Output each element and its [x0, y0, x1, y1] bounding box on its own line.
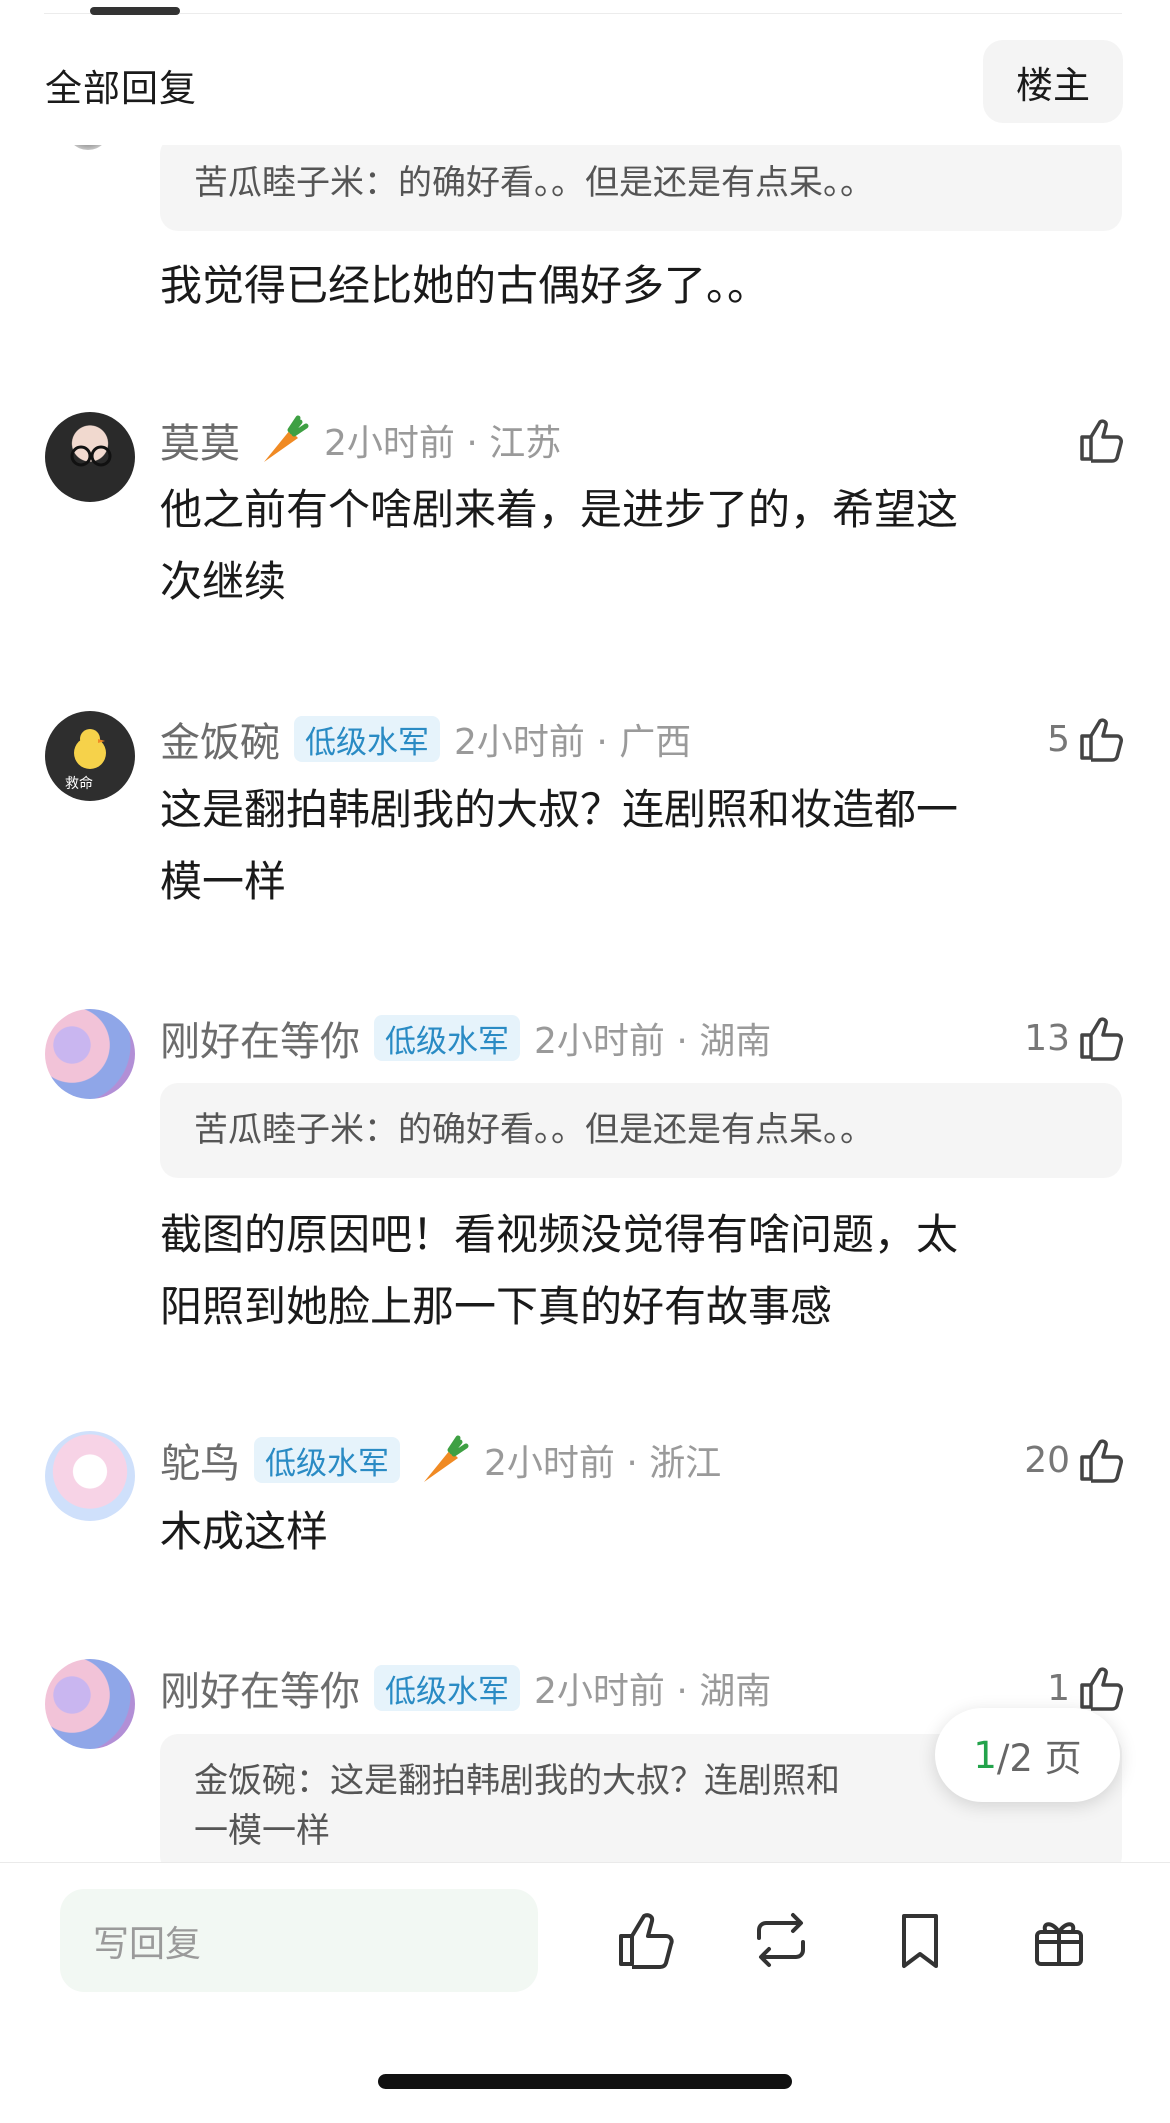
page-indicator[interactable]: 1/2 页: [935, 1708, 1120, 1802]
page-total: /2 页: [996, 1737, 1082, 1780]
comment-header: 鸵鸟 低级水军 2小时前 · 浙江: [160, 1430, 721, 1490]
avatar-caption: 救命: [65, 776, 93, 792]
level-badge: 低级水军: [294, 716, 440, 762]
like-icon[interactable]: [613, 1908, 677, 1972]
thumbs-up-icon: [1080, 1439, 1123, 1483]
level-badge: 低级水军: [374, 1015, 520, 1061]
like-count: 13: [1024, 1017, 1070, 1059]
repost-icon[interactable]: [749, 1908, 813, 1972]
comment-text-line: 他之前有个啥剧来着，是进步了的，希望这: [160, 485, 959, 534]
avatar[interactable]: [45, 412, 135, 502]
username[interactable]: 刚好在等你: [160, 1009, 360, 1067]
time-location: 2小时前 · 湖南: [534, 1671, 772, 1712]
tab-indicator: [90, 7, 180, 15]
home-indicator: [378, 2074, 792, 2089]
time-location: 2小时前 · 广西: [454, 722, 692, 763]
quoted-comment[interactable]: 苦瓜睦子米：的确好看。。但是还是有点呆。。: [160, 1083, 1122, 1178]
op-filter-button[interactable]: 楼主: [983, 40, 1123, 123]
avatar[interactable]: 救命: [45, 711, 135, 801]
quoted-comment-text: 一模一样: [194, 1811, 330, 1851]
comment-text-line: 木成这样: [160, 1507, 329, 1556]
like-count: 20: [1024, 1439, 1070, 1481]
thumbs-up-icon: [1080, 1667, 1123, 1711]
top-divider: [44, 13, 1122, 14]
like-count: 1: [1047, 1667, 1070, 1709]
comment-text: 我觉得已经比她的古偶好多了。。: [160, 261, 770, 310]
comment-text-line: 截图的原因吧！看视频没觉得有啥问题，太: [160, 1210, 959, 1259]
time-location: 2小时前 · 浙江: [484, 1443, 722, 1484]
comment-text: 这是翻拍韩剧我的大叔？连剧照和妆造都一 模一样: [160, 774, 1120, 918]
comment-text: 他之前有个啥剧来着，是进步了的，希望这 次继续: [160, 474, 1120, 618]
like-button[interactable]: 5: [1047, 709, 1126, 769]
comment-text-line: 阳照到她脸上那一下真的好有故事感: [160, 1282, 833, 1331]
comment-header: 莫莫 2小时前 · 江苏: [160, 410, 561, 470]
avatar[interactable]: [45, 1009, 135, 1099]
gift-icon[interactable]: [1027, 1908, 1091, 1972]
comment-header: 刚好在等你 低级水军 2小时前 · 湖南: [160, 1008, 771, 1068]
like-button[interactable]: [1076, 410, 1126, 470]
carrot-icon: [264, 415, 309, 462]
avatar-glasses-icon: [70, 445, 112, 467]
quoted-comment-text: 苦瓜睦子米：的确好看。。但是还是有点呆。。: [194, 1110, 874, 1150]
comment-header: 刚好在等你 低级水军 2小时前 · 湖南: [160, 1658, 771, 1718]
like-button[interactable]: 20: [1024, 1430, 1126, 1490]
thumbs-up-icon: [1080, 419, 1123, 463]
comment-text-line: 模一样: [160, 857, 287, 906]
comment-text-line: 这是翻拍韩剧我的大叔？连剧照和妆造都一: [160, 785, 959, 834]
thumbs-up-icon: [1080, 718, 1123, 762]
level-badge: 低级水军: [254, 1437, 400, 1483]
thumbs-up-icon: [1080, 1017, 1123, 1061]
current-page: 1: [973, 1733, 997, 1777]
page-title: 全部回复: [45, 67, 197, 110]
bookmark-icon[interactable]: [888, 1908, 952, 1972]
reply-placeholder: 写回复: [93, 1923, 202, 1965]
avatar[interactable]: [45, 1659, 135, 1749]
comment-header: 金饭碗 低级水军 2小时前 · 广西: [160, 709, 691, 769]
like-count: 5: [1047, 718, 1070, 760]
comment-text-line: 次继续: [160, 557, 287, 606]
comment-text: 木成这样: [160, 1496, 1120, 1568]
carrot-icon: [424, 1435, 469, 1482]
quoted-comment[interactable]: 苦瓜睦子米：的确好看。。但是还是有点呆。。: [160, 136, 1122, 231]
level-badge: 低级水军: [374, 1665, 520, 1711]
time-location: 2小时前 · 江苏: [324, 423, 562, 464]
username[interactable]: 鸵鸟: [160, 1431, 240, 1489]
username[interactable]: 莫莫: [160, 411, 240, 469]
comment-text: 截图的原因吧！看视频没觉得有啥问题，太 阳照到她脸上那一下真的好有故事感: [160, 1199, 1120, 1343]
like-button[interactable]: 13: [1024, 1008, 1126, 1068]
reply-input[interactable]: 写回复: [60, 1889, 538, 1992]
time-location: 2小时前 · 湖南: [534, 1021, 772, 1062]
avatar[interactable]: [45, 1431, 135, 1521]
quoted-comment-text: 苦瓜睦子米：的确好看。。但是还是有点呆。。: [194, 163, 874, 203]
username[interactable]: 金饭碗: [160, 710, 280, 768]
username[interactable]: 刚好在等你: [160, 1659, 360, 1717]
